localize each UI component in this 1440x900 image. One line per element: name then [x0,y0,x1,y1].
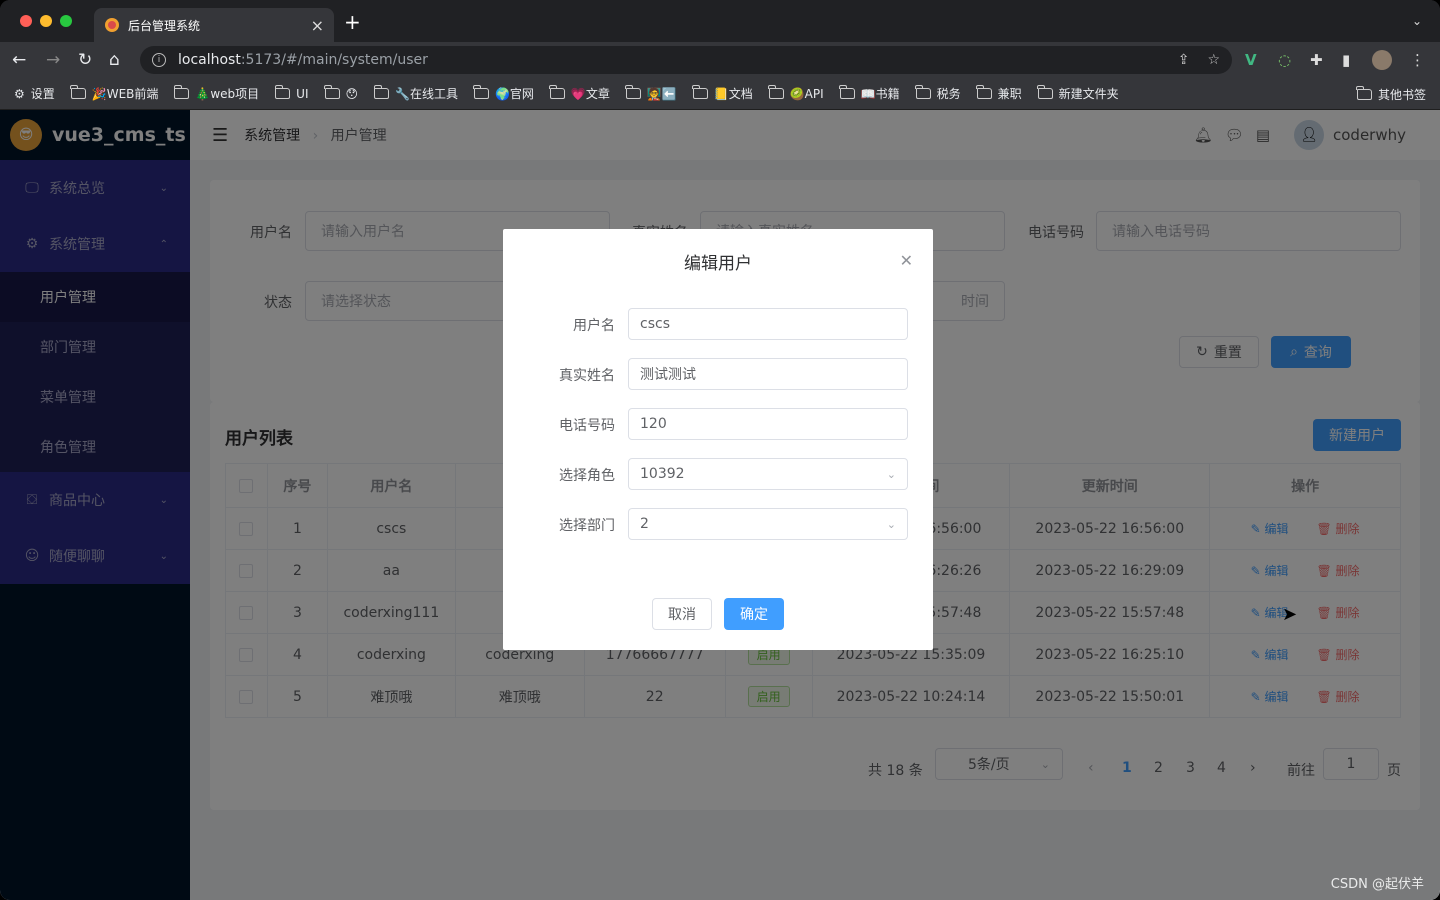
window-controls [20,15,72,27]
bookmark-folder[interactable]: UI [274,85,309,101]
bookmark-folder[interactable]: 🔧在线工具 [373,85,458,102]
bookmark-folder[interactable]: 💗文章 [549,85,610,102]
browser-menu-icon[interactable]: ⋮ [1410,51,1425,69]
cancel-button[interactable]: 取消 [652,598,712,630]
phone-field[interactable]: 120 [628,408,908,440]
zoom-window-button[interactable] [60,15,72,27]
browser-tab[interactable]: 后台管理系统 × [94,8,334,42]
bookmark-folder[interactable]: 税务 [915,85,961,102]
folder-icon [976,85,992,99]
folder-icon [274,85,291,99]
minimize-window-button[interactable] [40,15,52,27]
new-tab-button[interactable]: + [344,12,361,32]
chevron-down-icon: ⌄ [886,517,896,531]
folder-icon [70,85,86,99]
profile-avatar-icon[interactable] [1372,50,1392,70]
watermark: CSDN @起伏羊 [1330,877,1424,892]
folder-icon [549,85,565,99]
department-select[interactable]: 2 ⌄ [628,508,908,540]
folder-icon [173,85,190,99]
bookmarks-bar: ⚙ 设置 🎉WEB前端 🎄web项目 UI 😯 🔧在线工具 🌍官网 💗文章 🧑‍… [0,78,1440,110]
role-field-label: 选择角色 [559,468,615,484]
edit-user-dialog: 编辑用户 ✕ 用户名 cscs 真实姓名 测试测试 电话号码 120 选择角色 … [503,229,933,650]
department-select-value: 2 [640,516,649,532]
confirm-button[interactable]: 确定 [724,598,784,630]
folder-icon [324,85,340,99]
folder-icon [473,85,489,99]
home-icon[interactable]: ⌂ [109,50,120,70]
username-field[interactable]: cscs [628,308,908,340]
realname-field[interactable]: 测试测试 [628,358,908,390]
bookmark-star-icon[interactable]: ☆ [1207,52,1220,68]
phone-field-label: 电话号码 [559,418,615,434]
share-icon[interactable]: ⇪ [1178,52,1190,68]
screen: 后台管理系统 × + ⌄ ← → ↻ ⌂ i localhost :5173/#… [0,0,1440,900]
extensions-puzzle-icon[interactable]: ✚ [1310,51,1323,69]
bookmark-folder[interactable]: 😯 [324,85,358,101]
role-select[interactable]: 10392 ⌄ [628,458,908,490]
gear-icon: ⚙ [14,86,25,101]
favicon-icon [104,17,120,33]
back-icon[interactable]: ← [12,50,26,70]
username-field-label: 用户名 [573,318,615,334]
dialog-title: 编辑用户 [684,254,752,274]
chevron-down-icon: ⌄ [886,467,896,481]
tab-title: 后台管理系统 [128,18,201,33]
address-bar[interactable]: i localhost :5173/#/main/system/user ⇪ ☆ [140,46,1232,74]
bookmark-folder[interactable]: 🧑‍🏫⬅️ [625,85,677,101]
folder-icon [768,85,784,99]
realname-field-label: 真实姓名 [559,368,615,384]
side-panel-icon[interactable]: ▮ [1342,51,1350,69]
close-window-button[interactable] [20,15,32,27]
close-tab-icon[interactable]: × [311,16,324,35]
folder-icon [915,85,931,99]
other-bookmarks[interactable]: 其他书签 [1356,78,1426,110]
forward-icon[interactable]: → [46,50,60,70]
browser-toolbar: ← → ↻ ⌂ i localhost :5173/#/main/system/… [0,42,1440,78]
bookmark-folder[interactable]: 🌍官网 [473,85,534,102]
role-select-value: 10392 [640,466,685,482]
url-path: :5173/#/main/system/user [240,52,428,68]
tab-search-chevron-icon[interactable]: ⌄ [1412,14,1422,28]
folder-icon [625,85,641,99]
folder-icon [839,85,855,99]
department-field-label: 选择部门 [559,518,615,534]
url-host: localhost [178,52,241,68]
folder-icon [692,85,708,99]
reload-icon[interactable]: ↻ [78,50,92,70]
browser-tab-bar: 后台管理系统 × + ⌄ [0,0,1440,42]
bookmark-folder[interactable]: 🎉WEB前端 [70,85,158,102]
mouse-cursor-icon: ➤ [1282,604,1298,625]
bookmark-settings[interactable]: ⚙ 设置 [14,85,55,102]
bookmark-folder[interactable]: 🎄web项目 [173,85,259,102]
extension-refresh-icon[interactable]: ◌ [1278,51,1291,69]
vue-devtools-icon[interactable]: V [1245,51,1257,69]
folder-icon [1356,85,1372,100]
bookmark-folder[interactable]: 🥝API [768,85,824,101]
close-icon[interactable]: ✕ [900,251,913,270]
bookmark-folder[interactable]: 新建文件夹 [1037,85,1119,102]
folder-icon [373,85,390,99]
bookmark-folder[interactable]: 📖书籍 [839,85,900,102]
bookmark-folder[interactable]: 📒文档 [692,85,753,102]
folder-icon [1037,85,1053,99]
site-info-icon[interactable]: i [152,53,166,67]
bookmark-folder[interactable]: 兼职 [976,85,1022,102]
